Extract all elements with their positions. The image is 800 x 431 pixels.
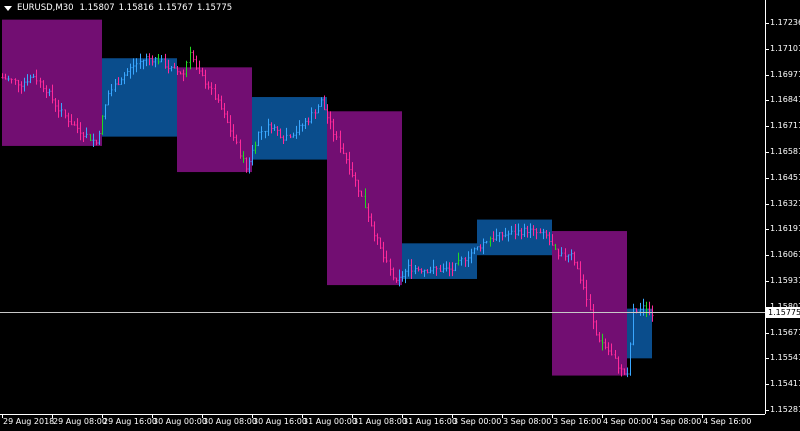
price-tick-label: 1.16191 — [770, 224, 800, 234]
session-box-7 — [477, 219, 552, 256]
time-tick-label: 3 Sep 00:00 — [453, 417, 502, 426]
price-chart[interactable] — [0, 0, 800, 431]
price-tick-label: 1.16451 — [770, 172, 800, 182]
ohlc-values: 1.15807 1.15816 1.15767 1.15775 — [80, 2, 233, 14]
time-tick-label: 29 Aug 2018 — [3, 417, 55, 426]
symbol-label: EURUSD,M30 — [17, 3, 74, 13]
price-tick-label: 1.15541 — [770, 353, 800, 363]
close-value: 1.15775 — [196, 3, 233, 13]
session-box-4 — [252, 97, 327, 160]
time-tick-label: 30 Aug 08:00 — [203, 417, 257, 426]
low-value: 1.15767 — [157, 3, 193, 13]
high-value: 1.15816 — [118, 3, 154, 13]
time-tick-label: 31 Aug 00:00 — [303, 417, 357, 426]
price-tick-label: 1.17101 — [770, 43, 800, 53]
price-tick-label: 1.15931 — [770, 276, 800, 285]
price-tick-label: 1.15411 — [770, 379, 800, 389]
current-price-label: 1.15775 — [766, 307, 800, 318]
ohlc-bar — [189, 46, 192, 70]
time-tick-label: 31 Aug 08:00 — [353, 417, 407, 426]
session-box-1 — [2, 19, 102, 146]
ohlc-bar — [192, 50, 195, 63]
price-tick-label: 1.16061 — [770, 250, 800, 260]
price-tick-label: 1.16321 — [770, 198, 800, 208]
time-tick-label: 30 Aug 16:00 — [253, 417, 307, 426]
time-tick-label: 4 Sep 08:00 — [653, 417, 702, 426]
price-tick-label: 1.16711 — [770, 121, 800, 131]
time-tick-label: 3 Sep 16:00 — [553, 417, 602, 426]
time-tick-label: 30 Aug 00:00 — [153, 417, 207, 426]
time-tick-label: 4 Sep 16:00 — [703, 417, 752, 426]
price-tick-label: 1.16971 — [770, 69, 800, 79]
dropdown-triangle-icon[interactable] — [4, 5, 12, 11]
price-tick-label: 1.17236 — [770, 18, 800, 27]
time-tick-label: 4 Sep 00:00 — [603, 417, 652, 426]
session-box-2 — [102, 58, 177, 137]
price-tick-label: 1.16841 — [770, 95, 800, 105]
time-tick-label: 29 Aug 16:00 — [103, 417, 157, 426]
chart-header: EURUSD,M30 1.15807 1.15816 1.15767 1.157… — [4, 2, 232, 14]
time-tick-label: 31 Aug 16:00 — [403, 417, 457, 426]
price-tick-label: 1.15671 — [770, 327, 800, 337]
open-value: 1.15807 — [79, 3, 115, 13]
chart-window[interactable]: EURUSD,M30 1.15807 1.15816 1.15767 1.157… — [0, 0, 800, 431]
price-tick-label: 1.16581 — [770, 147, 800, 156]
time-tick-label: 29 Aug 08:00 — [53, 417, 107, 426]
time-tick-label: 3 Sep 08:00 — [503, 417, 552, 426]
price-tick-label: 1.15281 — [770, 405, 800, 414]
